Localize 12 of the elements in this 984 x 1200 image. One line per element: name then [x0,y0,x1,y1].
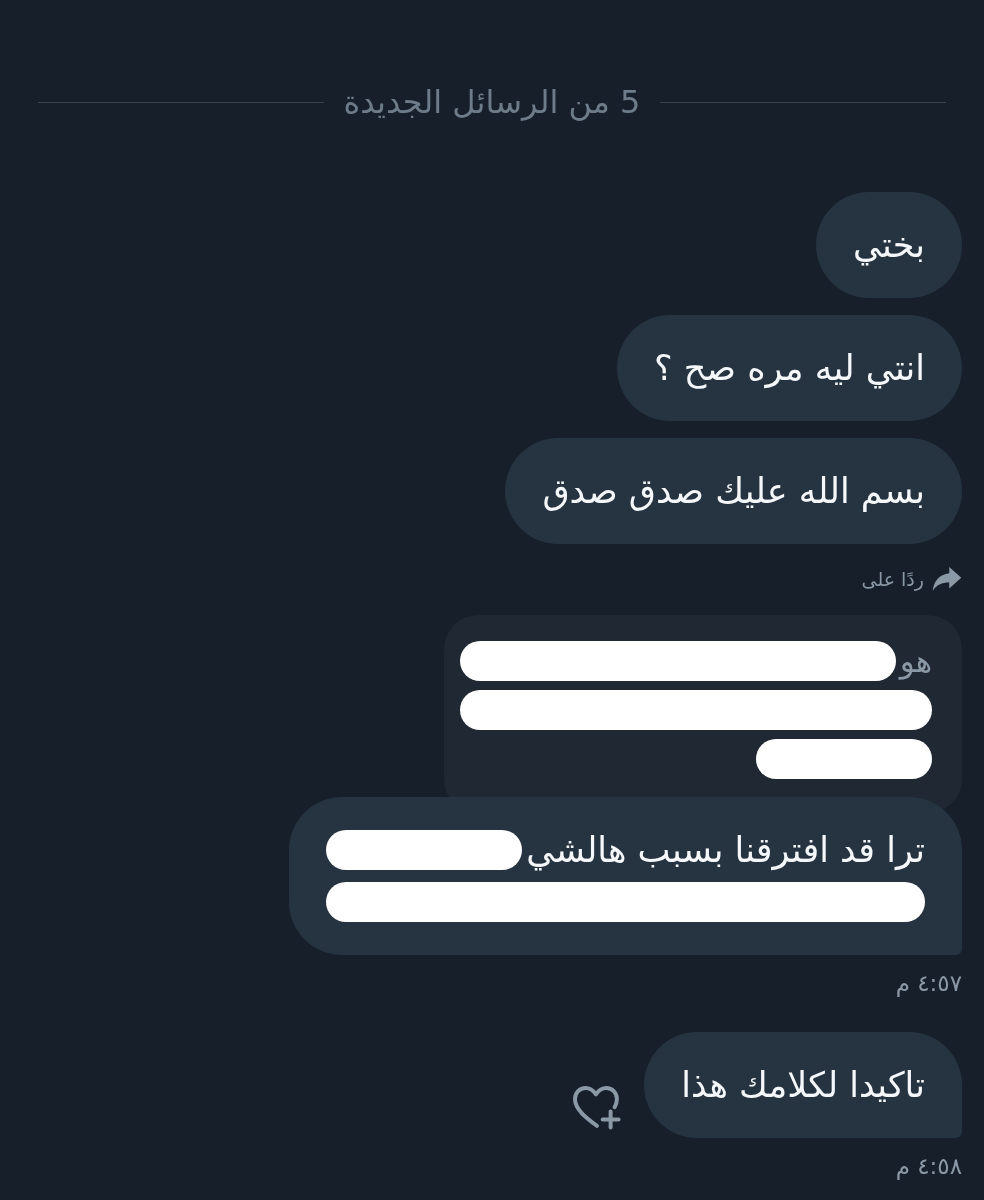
new-messages-label: 5 من الرسائل الجديدة [343,82,641,122]
quoted-text: هو [899,642,932,681]
message-text: ترا قد افترقنا بسبب هالشي [526,829,925,872]
message-text: بختي [852,224,925,267]
message-text: انتي ليه مره صح ؟ [654,347,925,390]
message-time: ٤:٥٧ م [895,969,962,998]
heart-plus-icon[interactable] [572,1086,623,1130]
curved-arrow-icon [932,566,962,592]
message-text: بسم الله عليك صدق صدق [542,470,925,513]
reply-label: ردًا على [861,567,924,593]
message-text: تاكيدا لكلامك هذا [681,1064,925,1107]
message-time: ٤:٥٨ م [895,1152,962,1181]
